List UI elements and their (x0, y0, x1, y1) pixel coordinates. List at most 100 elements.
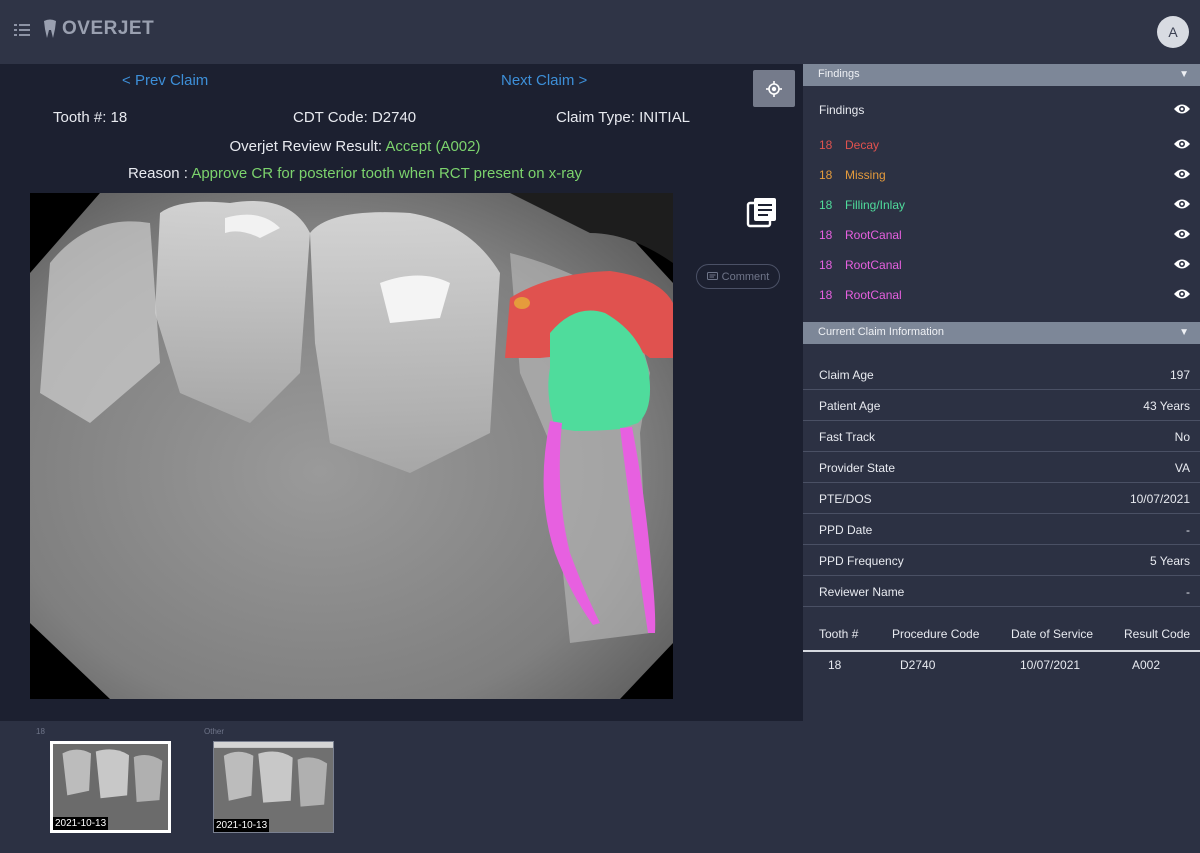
table-row[interactable]: 18 D2740 10/07/2021 A002 (803, 658, 1200, 678)
claim-info-key: PPD Frequency (819, 554, 904, 568)
cdt-label: CDT Code: (293, 109, 368, 126)
reason-label: Reason : (127, 165, 188, 182)
locate-button[interactable] (753, 70, 795, 107)
finding-item-filling[interactable]: 18 Filling/Inlay (819, 195, 1191, 215)
claim-type: Claim Type: INITIAL (556, 109, 690, 126)
finding-tooth: 18 (819, 258, 833, 272)
tooth-value: 18 (110, 109, 128, 126)
findings-header-label: Findings (818, 68, 860, 80)
tooth-number: Tooth #: 18 (53, 109, 127, 126)
table-cell-date-of-service: 10/07/2021 (1020, 658, 1081, 672)
column-header-result-code: Result Code (1124, 627, 1191, 641)
logo: OVERJET (42, 18, 154, 40)
reason-value: Approve CR for posterior tooth when RCT … (191, 165, 583, 182)
claim-info-key: Reviewer Name (819, 585, 905, 599)
chevron-right-icon: > (574, 72, 588, 89)
finding-item-decay[interactable]: 18 Decay (819, 135, 1191, 155)
claim-info-value: 43 Years (1143, 399, 1190, 413)
eye-icon[interactable] (1173, 137, 1191, 151)
xray-image[interactable] (30, 193, 673, 699)
prev-claim-label: Prev Claim (134, 72, 209, 89)
finding-label: Decay (845, 138, 880, 152)
claim-info-row: PTE/DOS 10/07/2021 (803, 483, 1200, 514)
finding-label: Filling/Inlay (845, 198, 906, 212)
claim-info-row: PPD Frequency 5 Years (803, 545, 1200, 576)
avatar[interactable]: A (1157, 16, 1189, 48)
cdt-value: D2740 (371, 109, 417, 126)
finding-label: RootCanal (845, 288, 902, 302)
claim-info-value: 5 Years (1149, 554, 1190, 568)
column-header-procedure-code: Procedure Code (892, 627, 980, 641)
eye-icon[interactable] (1173, 257, 1191, 271)
eye-icon[interactable] (1173, 227, 1191, 241)
finding-label: Missing (845, 168, 886, 182)
thumbnail-group-label: 18 (36, 727, 45, 736)
claim-type-value: INITIAL (639, 109, 690, 126)
eye-icon[interactable] (1173, 197, 1191, 211)
procedure-table-header: Tooth # Procedure Code Date of Service R… (803, 627, 1200, 652)
claim-info-row: Reviewer Name - (803, 576, 1200, 607)
claim-info-key: PPD Date (819, 523, 873, 537)
findings-header[interactable]: Findings ▼ (803, 64, 1200, 86)
tooth-label: Tooth #: (53, 109, 107, 126)
caret-down-icon: ▼ (1179, 69, 1189, 80)
claim-viewer: < Prev Claim Next Claim > Tooth #: 18 CD… (0, 64, 803, 721)
claim-info-row: Provider State VA (803, 452, 1200, 483)
findings-title: Findings (819, 103, 865, 117)
eye-icon[interactable] (1173, 287, 1191, 301)
claim-info-key: Fast Track (819, 430, 876, 444)
thumbnail-selected[interactable]: 2021-10-13 (50, 741, 171, 833)
documents-icon[interactable] (746, 196, 778, 228)
table-cell-tooth: 18 (828, 658, 842, 672)
review-result: Overjet Review Result: Accept (A002) (0, 138, 710, 155)
prev-claim-link[interactable]: < Prev Claim (122, 72, 208, 89)
claim-info-header-label: Current Claim Information (818, 326, 944, 338)
comment-button[interactable]: Comment (696, 264, 780, 289)
findings-title-row: Findings (819, 100, 1191, 120)
table-cell-procedure-code: D2740 (900, 658, 936, 672)
finding-tooth: 18 (819, 168, 833, 182)
claim-info-row: Patient Age 43 Years (803, 390, 1200, 421)
finding-item-rootcanal[interactable]: 18 RootCanal (819, 285, 1191, 305)
menu-icon[interactable] (14, 23, 30, 37)
claim-info-key: Claim Age (819, 368, 874, 382)
tooth-logo-icon (44, 19, 56, 38)
app-name: OVERJET (62, 18, 155, 39)
comment-label: Comment (721, 270, 770, 283)
review-label: Overjet Review Result: (229, 138, 383, 155)
finding-label: RootCanal (845, 258, 902, 272)
finding-item-rootcanal[interactable]: 18 RootCanal (819, 225, 1191, 245)
thumbnail-group-label: Other (204, 727, 225, 736)
review-reason: Reason : Approve CR for posterior tooth … (0, 165, 710, 182)
next-claim-link[interactable]: Next Claim > (501, 72, 587, 89)
finding-tooth: 18 (819, 198, 833, 212)
finding-item-missing[interactable]: 18 Missing (819, 165, 1191, 185)
claim-info-value: No (1174, 430, 1190, 444)
claim-info-value: - (1186, 523, 1190, 537)
claim-info-row: PPD Date - (803, 514, 1200, 545)
claim-info-value: VA (1174, 461, 1190, 475)
cdt-code: CDT Code: D2740 (293, 109, 416, 126)
claim-type-label: Claim Type: (556, 109, 635, 126)
claim-info-key: Provider State (819, 461, 896, 475)
top-bar: OVERJET A (0, 0, 1200, 64)
column-header-date-of-service: Date of Service (1011, 627, 1094, 641)
claim-info-row: Claim Age 197 (803, 359, 1200, 390)
comment-icon (706, 271, 718, 280)
finding-tooth: 18 (819, 138, 833, 152)
right-panel: Findings ▼ Findings 18 Decay 18 Missing … (803, 64, 1200, 853)
eye-icon[interactable] (1173, 102, 1191, 116)
claim-info-key: PTE/DOS (819, 492, 872, 506)
eye-icon[interactable] (1173, 167, 1191, 181)
thumbnail-strip: 18 2021-10-13 Other 2021-10-13 (0, 721, 803, 853)
claim-info-header[interactable]: Current Claim Information ▼ (803, 322, 1200, 344)
column-header-tooth: Tooth # (819, 627, 859, 641)
next-claim-label: Next Claim (501, 72, 575, 89)
claim-info-value: - (1186, 585, 1190, 599)
locate-icon (766, 80, 782, 97)
thumbnail-other[interactable]: 2021-10-13 (213, 741, 334, 833)
finding-item-rootcanal[interactable]: 18 RootCanal (819, 255, 1191, 275)
chevron-left-icon: < (122, 72, 135, 89)
review-value: Accept (A002) (385, 138, 481, 155)
claim-info-value: 197 (1169, 368, 1190, 382)
